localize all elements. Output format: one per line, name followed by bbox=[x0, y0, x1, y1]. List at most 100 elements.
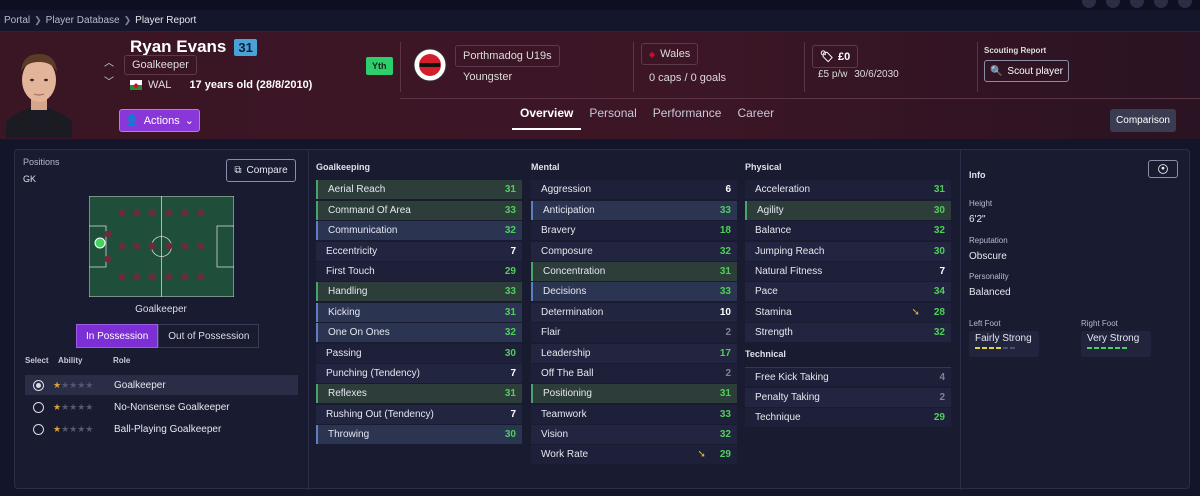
player-value: 🏷 £0 bbox=[812, 45, 859, 68]
attribute-row[interactable]: One On Ones 32 bbox=[316, 323, 522, 342]
attribute-value: 31 bbox=[504, 184, 516, 195]
attribute-row[interactable]: Stamina ➘ 28 bbox=[745, 303, 951, 322]
role-radio[interactable] bbox=[33, 423, 44, 435]
attribute-name: Leadership bbox=[541, 348, 591, 359]
attribute-value: 7 bbox=[510, 409, 516, 420]
attribute-row[interactable]: Throwing 30 bbox=[316, 425, 522, 444]
attribute-row[interactable]: Balance 32 bbox=[745, 221, 951, 240]
toolbar-button[interactable] bbox=[1106, 0, 1120, 8]
star-rating: ★★★★★ bbox=[53, 401, 94, 412]
attribute-row[interactable]: Strength 32 bbox=[745, 323, 951, 342]
attribute-row[interactable]: Bravery 18 bbox=[531, 221, 737, 240]
breadcrumb-player-database[interactable]: Player Database bbox=[46, 15, 120, 26]
attribute-name: One On Ones bbox=[328, 327, 390, 338]
attribute-row[interactable]: First Touch 29 bbox=[316, 262, 522, 281]
attribute-value: 2 bbox=[939, 392, 945, 403]
player-age: 17 years old (28/8/2010) bbox=[189, 79, 313, 91]
tab-in-possession[interactable]: In Possession bbox=[76, 324, 159, 348]
attribute-row[interactable]: Natural Fitness 7 bbox=[745, 262, 951, 281]
person-settings-icon[interactable] bbox=[1148, 160, 1178, 178]
attribute-row[interactable]: Passing 30 bbox=[316, 344, 522, 363]
tab-out-of-possession[interactable]: Out of Possession bbox=[158, 324, 260, 348]
tab-performance[interactable]: Performance bbox=[645, 106, 730, 130]
attribute-row[interactable]: Flair 2 bbox=[531, 323, 737, 342]
toolbar-button[interactable] bbox=[1082, 0, 1096, 8]
attribute-row[interactable]: Aerial Reach 31 bbox=[316, 180, 522, 199]
attribute-value: 30 bbox=[504, 429, 516, 440]
attribute-row[interactable]: Concentration 31 bbox=[531, 262, 737, 281]
toolbar-button[interactable] bbox=[1178, 0, 1192, 8]
scout-player-label: Scout player bbox=[1007, 65, 1064, 77]
attribute-row[interactable]: Aggression 6 bbox=[531, 180, 737, 199]
attribute-row[interactable]: Teamwork 33 bbox=[531, 405, 737, 424]
attribute-row[interactable]: Free Kick Taking 4 bbox=[745, 367, 951, 386]
actions-button[interactable]: 👤 Actions ⌄ bbox=[119, 109, 200, 132]
attribute-name: Communication bbox=[328, 225, 398, 236]
attribute-value: 28 bbox=[933, 307, 945, 318]
breadcrumb-player-report: Player Report bbox=[135, 15, 197, 26]
attribute-row[interactable]: Work Rate ➘ 29 bbox=[531, 445, 737, 464]
attribute-name: Rushing Out (Tendency) bbox=[326, 409, 434, 420]
attribute-row[interactable]: Penalty Taking 2 bbox=[745, 388, 951, 407]
chevron-down-icon[interactable]: ﹀ bbox=[104, 73, 114, 88]
position-code: GK bbox=[23, 174, 37, 184]
role-row[interactable]: ★★★★★ Goalkeeper bbox=[25, 375, 298, 395]
attribute-value: 30 bbox=[504, 348, 516, 359]
attribute-row[interactable]: Vision 32 bbox=[531, 425, 737, 444]
attribute-row[interactable]: Acceleration 31 bbox=[745, 180, 951, 199]
toolbar-button[interactable] bbox=[1130, 0, 1144, 8]
attribute-row[interactable]: Pace 34 bbox=[745, 282, 951, 301]
compare-button[interactable]: ⧉ Compare bbox=[226, 159, 296, 182]
international-country[interactable]: ◆ Wales bbox=[641, 43, 699, 65]
attribute-row[interactable]: Agility 30 bbox=[745, 201, 951, 220]
role-radio[interactable] bbox=[33, 401, 44, 413]
attribute-row[interactable]: Kicking 31 bbox=[316, 303, 522, 322]
club-name[interactable]: Porthmadog U19s bbox=[455, 45, 560, 67]
attribute-row[interactable]: Positioning 31 bbox=[531, 384, 737, 403]
attribute-row[interactable]: Communication 32 bbox=[316, 221, 522, 240]
role-row[interactable]: ★★★★★ No-Nonsense Goalkeeper bbox=[25, 397, 298, 417]
attribute-name: Concentration bbox=[543, 266, 606, 277]
attribute-name: Jumping Reach bbox=[755, 246, 825, 257]
attribute-value: 33 bbox=[719, 409, 731, 420]
attribute-row[interactable]: Anticipation 33 bbox=[531, 201, 737, 220]
scouting-report-title: Scouting Report bbox=[984, 46, 1047, 55]
attribute-row[interactable]: Decisions 33 bbox=[531, 282, 737, 301]
tab-personal[interactable]: Personal bbox=[581, 106, 644, 130]
attribute-row[interactable]: Determination 10 bbox=[531, 303, 737, 322]
attribute-row[interactable]: Rushing Out (Tendency) 7 bbox=[316, 405, 522, 424]
scout-player-button[interactable]: 🔍 Scout player bbox=[984, 60, 1069, 82]
chevron-up-icon[interactable]: ︿ bbox=[104, 54, 114, 69]
attribute-name: Aerial Reach bbox=[328, 184, 386, 195]
attribute-value: 4 bbox=[939, 371, 945, 383]
attribute-row[interactable]: Punching (Tendency) 7 bbox=[316, 364, 522, 383]
tab-career[interactable]: Career bbox=[729, 106, 782, 130]
attribute-row[interactable]: Jumping Reach 30 bbox=[745, 242, 951, 261]
attribute-row[interactable]: Leadership 17 bbox=[531, 344, 737, 363]
role-radio[interactable] bbox=[33, 379, 44, 391]
attribute-name: Kicking bbox=[328, 307, 361, 318]
top-bar bbox=[0, 0, 1200, 10]
attribute-row[interactable]: Off The Ball 2 bbox=[531, 364, 737, 383]
attribute-row[interactable]: Composure 32 bbox=[531, 242, 737, 261]
attribute-row[interactable]: Reflexes 31 bbox=[316, 384, 522, 403]
attribute-value: 18 bbox=[719, 225, 731, 236]
toolbar-button[interactable] bbox=[1154, 0, 1168, 8]
chevron-right-icon: ❯ bbox=[34, 15, 42, 25]
attribute-value: 29 bbox=[719, 449, 731, 460]
attribute-value: 2 bbox=[725, 368, 731, 379]
tab-overview[interactable]: Overview bbox=[512, 106, 582, 130]
role-row[interactable]: ★★★★★ Ball-Playing Goalkeeper bbox=[25, 419, 298, 439]
left-foot-value: Fairly Strong bbox=[975, 333, 1032, 344]
attribute-row[interactable]: Command Of Area 33 bbox=[316, 201, 522, 220]
attribute-row[interactable]: Handling 33 bbox=[316, 282, 522, 301]
breadcrumb-portal[interactable]: Portal bbox=[4, 15, 30, 26]
attribute-row[interactable]: Technique 29 bbox=[745, 408, 951, 427]
comparison-button[interactable]: Comparison bbox=[1110, 109, 1176, 132]
attribute-value: 30 bbox=[933, 205, 945, 216]
wage-contract: £5 p/w 30/6/2030 bbox=[818, 69, 899, 80]
wage: £5 p/w bbox=[818, 69, 848, 80]
attribute-name: Penalty Taking bbox=[755, 392, 820, 403]
attribute-row[interactable]: Eccentricity 7 bbox=[316, 242, 522, 261]
height-value: 6'2" bbox=[969, 214, 986, 225]
